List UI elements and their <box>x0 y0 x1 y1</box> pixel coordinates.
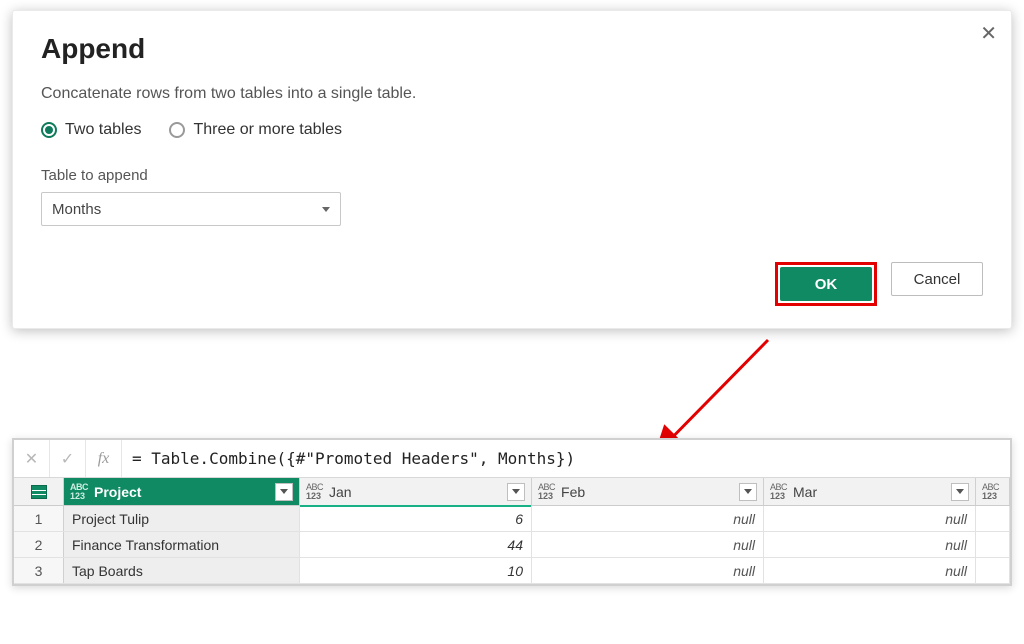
table-icon <box>31 485 47 499</box>
radio-three-label: Three or more tables <box>193 121 342 139</box>
radio-unselected-icon <box>169 122 185 138</box>
radio-three-or-more[interactable]: Three or more tables <box>169 121 342 139</box>
column-label: Project <box>94 484 141 500</box>
table-row[interactable]: 1 Project Tulip 6 null null <box>14 506 1010 532</box>
close-icon[interactable]: ✕ <box>980 21 997 46</box>
formula-cancel-icon[interactable]: ✕ <box>14 440 50 477</box>
cell-mar[interactable]: null <box>764 532 976 557</box>
row-number: 2 <box>14 532 64 557</box>
row-number: 3 <box>14 558 64 583</box>
column-label: Feb <box>561 484 585 500</box>
column-label: Jan <box>329 484 352 500</box>
grid-header: ABC123 Project ABC123 Jan ABC123 Feb ABC… <box>14 478 1010 506</box>
fx-icon[interactable]: fx <box>86 440 122 477</box>
cell-extra[interactable] <box>976 506 1010 531</box>
radio-two-label: Two tables <box>65 121 141 139</box>
radio-group: Two tables Three or more tables <box>41 121 983 139</box>
column-header-mar[interactable]: ABC123 Mar <box>764 478 976 505</box>
column-filter-icon[interactable] <box>507 483 525 501</box>
cell-mar[interactable]: null <box>764 506 976 531</box>
column-filter-icon[interactable] <box>739 483 757 501</box>
radio-two-tables[interactable]: Two tables <box>41 121 141 139</box>
select-value: Months <box>52 201 101 218</box>
type-any-icon: ABC123 <box>982 483 999 501</box>
cell-feb[interactable]: null <box>532 558 764 583</box>
grid-body: 1 Project Tulip 6 null null 2 Finance Tr… <box>14 506 1010 584</box>
column-header-project[interactable]: ABC123 Project <box>64 478 300 505</box>
column-header-jan[interactable]: ABC123 Jan <box>300 478 532 505</box>
cell-extra[interactable] <box>976 558 1010 583</box>
column-filter-icon[interactable] <box>951 483 969 501</box>
formula-input[interactable]: = Table.Combine({#"Promoted Headers", Mo… <box>122 449 1010 468</box>
cancel-button[interactable]: Cancel <box>891 262 983 296</box>
table-to-append-label: Table to append <box>41 167 983 184</box>
dialog-buttons: OK Cancel <box>41 262 983 306</box>
column-filter-icon[interactable] <box>275 483 293 501</box>
type-any-icon: ABC123 <box>70 483 88 501</box>
table-row[interactable]: 2 Finance Transformation 44 null null <box>14 532 1010 558</box>
dialog-description: Concatenate rows from two tables into a … <box>41 85 983 103</box>
formula-accept-icon[interactable]: ✓ <box>50 440 86 477</box>
type-any-icon: ABC123 <box>770 483 787 501</box>
table-row[interactable]: 3 Tap Boards 10 null null <box>14 558 1010 584</box>
column-header-feb[interactable]: ABC123 Feb <box>532 478 764 505</box>
cell-extra[interactable] <box>976 532 1010 557</box>
radio-selected-icon <box>41 122 57 138</box>
cell-feb[interactable]: null <box>532 506 764 531</box>
cell-project[interactable]: Finance Transformation <box>64 532 300 557</box>
cell-project[interactable]: Tap Boards <box>64 558 300 583</box>
table-to-append-select[interactable]: Months <box>41 192 341 226</box>
table-corner[interactable] <box>14 478 64 505</box>
cell-jan[interactable]: 44 <box>300 532 532 557</box>
append-dialog: ✕ Append Concatenate rows from two table… <box>12 10 1012 329</box>
row-number: 1 <box>14 506 64 531</box>
ok-highlight-box: OK <box>775 262 877 306</box>
chevron-down-icon <box>322 207 330 212</box>
type-any-icon: ABC123 <box>306 483 323 501</box>
ok-button[interactable]: OK <box>780 267 872 301</box>
cell-feb[interactable]: null <box>532 532 764 557</box>
cell-jan[interactable]: 10 <box>300 558 532 583</box>
cell-mar[interactable]: null <box>764 558 976 583</box>
column-label: Mar <box>793 484 817 500</box>
dialog-title: Append <box>41 33 983 65</box>
cell-project[interactable]: Project Tulip <box>64 506 300 531</box>
formula-bar: ✕ ✓ fx = Table.Combine({#"Promoted Heade… <box>14 440 1010 478</box>
column-header-extra[interactable]: ABC123 <box>976 478 1010 505</box>
power-query-panel: ✕ ✓ fx = Table.Combine({#"Promoted Heade… <box>12 438 1012 586</box>
type-any-icon: ABC123 <box>538 483 555 501</box>
cell-jan[interactable]: 6 <box>300 506 532 531</box>
